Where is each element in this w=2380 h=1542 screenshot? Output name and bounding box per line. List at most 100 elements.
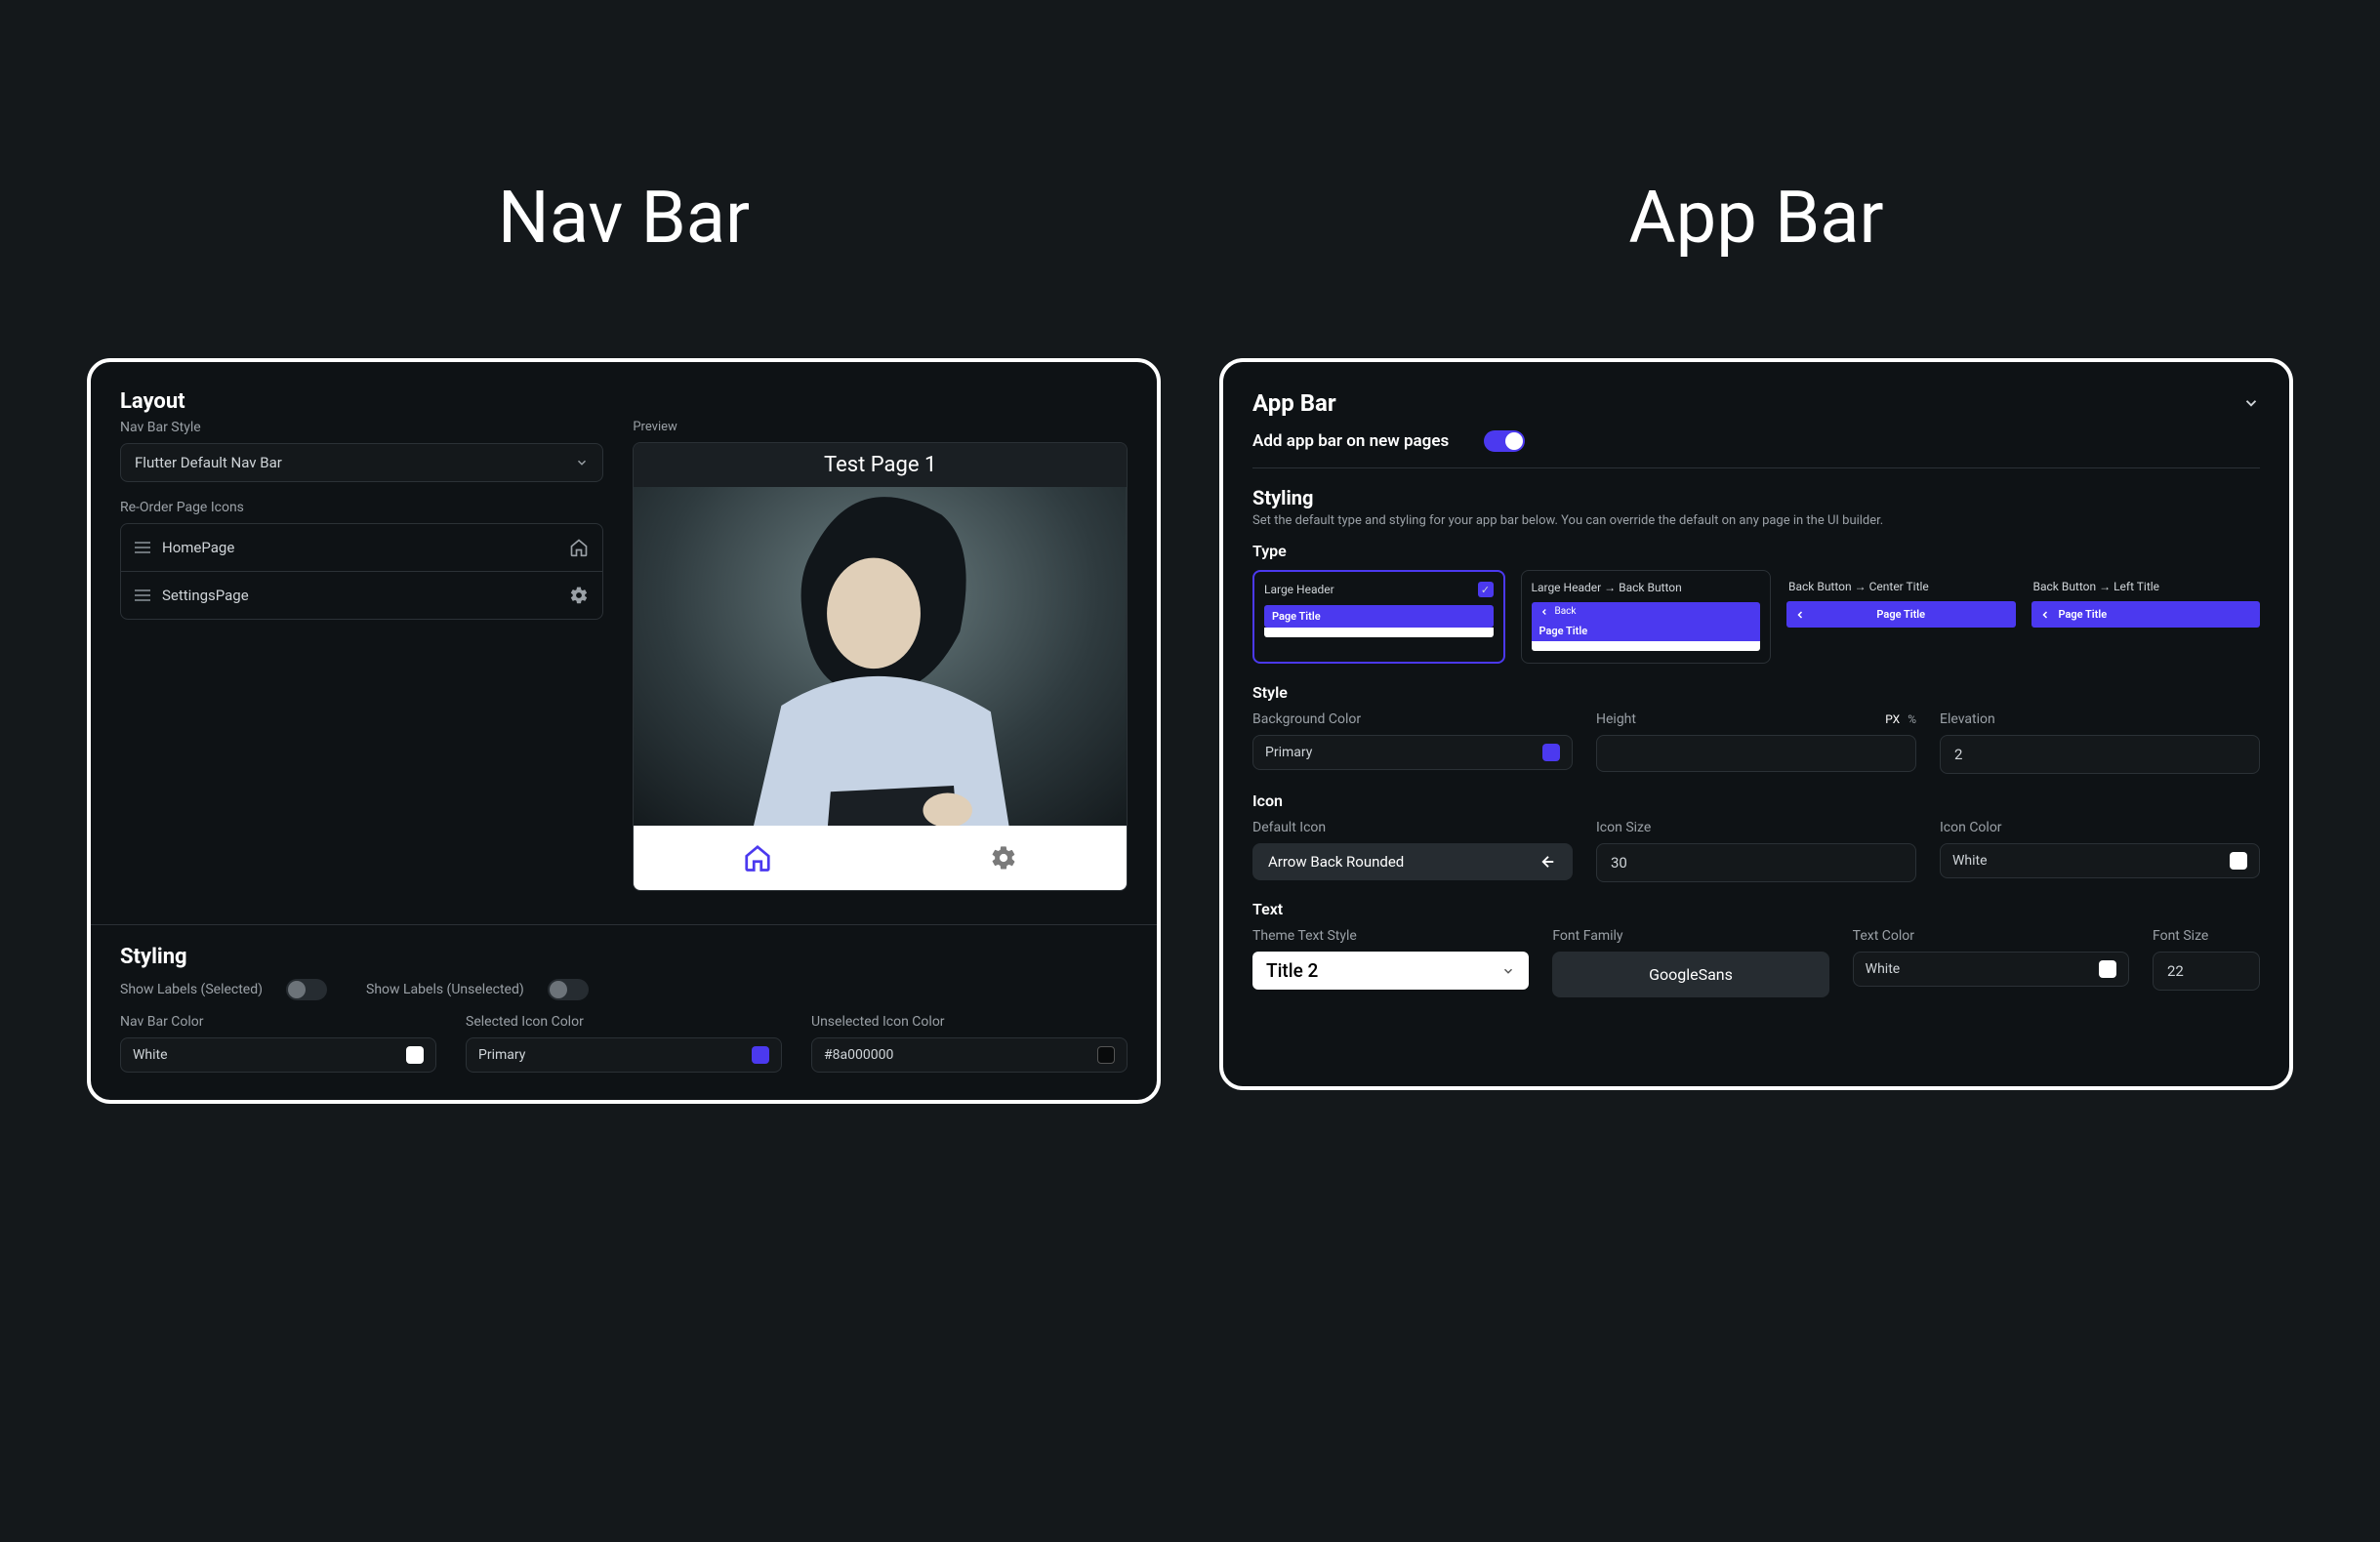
theme-text-style-select[interactable]: Title 2: [1252, 952, 1529, 990]
elevation-input[interactable]: 2: [1940, 735, 2260, 774]
check-icon: ✓: [1478, 582, 1494, 597]
nav-bar-color-value: White: [133, 1047, 168, 1063]
icon-color-label: Icon Color: [1940, 820, 2260, 835]
color-swatch: [2230, 852, 2247, 870]
add-appbar-label: Add app bar on new pages: [1252, 431, 1449, 451]
nav-bar-style-label: Nav Bar Style: [120, 420, 603, 435]
appbar-section-title: App Bar: [1252, 389, 1336, 417]
icon-size-input[interactable]: 30: [1596, 843, 1916, 882]
text-section-label: Text: [1252, 900, 2260, 918]
type-option-large-header[interactable]: Large Header ✓ Page Title: [1252, 570, 1505, 664]
icon-size-label: Icon Size: [1596, 820, 1916, 835]
color-swatch: [1097, 1046, 1115, 1064]
list-item[interactable]: SettingsPage: [121, 571, 602, 619]
preview-bottom-nav: [634, 826, 1127, 890]
show-labels-selected-toggle[interactable]: [286, 979, 327, 1000]
show-labels-unselected-label: Show Labels (Unselected): [366, 982, 524, 997]
show-labels-unselected-toggle[interactable]: [548, 979, 589, 1000]
mini-preview: Page Title: [2031, 601, 2261, 628]
font-size-input[interactable]: 22: [2153, 952, 2260, 991]
phone-preview: Test Page 1: [633, 442, 1128, 891]
icon-color-value: White: [1952, 853, 1988, 869]
page-icon-list: HomePage SettingsPage: [120, 523, 603, 620]
nav-bar-style-select[interactable]: Flutter Default Nav Bar: [120, 443, 603, 482]
type-option-left[interactable]: Back Button → Left Title Page Title: [2031, 570, 2261, 664]
appbar-panel: App Bar Add app bar on new pages Styling…: [1219, 358, 2293, 1090]
type-option-label: Large Header: [1264, 583, 1334, 596]
font-family-value: GoogleSans: [1649, 965, 1733, 984]
selected-icon-color-label: Selected Icon Color: [466, 1014, 782, 1030]
text-color-label: Text Color: [1853, 928, 2129, 944]
font-family-label: Font Family: [1552, 928, 1828, 944]
reorder-label: Re-Order Page Icons: [120, 500, 603, 515]
unit-pct[interactable]: %: [1908, 712, 1916, 726]
divider: [91, 924, 1157, 925]
type-option-label: Large Header → Back Button: [1532, 581, 1682, 594]
drag-handle-icon[interactable]: [135, 542, 150, 553]
unselected-icon-color-value: #8a000000: [824, 1047, 893, 1063]
bg-color-value: Primary: [1265, 745, 1312, 760]
color-swatch: [752, 1046, 769, 1064]
color-swatch: [406, 1046, 424, 1064]
icon-color-input[interactable]: White: [1940, 843, 2260, 878]
appbar-styling-title: Styling: [1252, 486, 2260, 509]
height-label: Height: [1596, 711, 1636, 727]
bg-color-label: Background Color: [1252, 711, 1573, 727]
chevron-down-icon: [575, 456, 589, 469]
list-item[interactable]: HomePage: [121, 524, 602, 571]
nav-bar-color-label: Nav Bar Color: [120, 1014, 436, 1030]
default-icon-label: Default Icon: [1252, 820, 1573, 835]
type-option-large-back[interactable]: Large Header → Back Button Back Page Tit…: [1521, 570, 1772, 664]
mini-preview: Page Title: [1264, 605, 1494, 628]
gear-icon: [569, 586, 589, 605]
bg-color-input[interactable]: Primary: [1252, 735, 1573, 770]
theme-text-style-value: Title 2: [1266, 959, 1318, 982]
font-size-label: Font Size: [2153, 928, 2260, 944]
elevation-label: Elevation: [1940, 711, 2260, 727]
icon-size-value: 30: [1611, 854, 1627, 872]
styling-title: Styling: [120, 945, 1128, 969]
font-size-value: 22: [2167, 962, 2184, 980]
elevation-value: 2: [1954, 746, 1962, 763]
layout-title: Layout: [120, 389, 1128, 414]
type-option-label: Back Button → Left Title: [2033, 580, 2160, 593]
mini-preview: Back: [1532, 602, 1761, 621]
page-name: SettingsPage: [162, 587, 249, 604]
theme-text-style-label: Theme Text Style: [1252, 928, 1529, 944]
color-swatch: [1542, 744, 1560, 761]
preview-label: Preview: [633, 420, 1128, 434]
chevron-down-icon[interactable]: [2242, 394, 2260, 412]
show-labels-selected-label: Show Labels (Selected): [120, 982, 263, 997]
type-option-center[interactable]: Back Button → Center Title Page Title: [1786, 570, 2016, 664]
unselected-icon-color-input[interactable]: #8a000000: [811, 1037, 1128, 1073]
unit-px[interactable]: PX: [1885, 712, 1900, 726]
height-input[interactable]: [1596, 735, 1916, 772]
divider: [1252, 467, 2260, 468]
preview-image: [634, 487, 1127, 826]
default-icon-select[interactable]: Arrow Back Rounded: [1252, 843, 1573, 880]
add-appbar-toggle[interactable]: [1484, 430, 1525, 452]
navbar-panel: Layout Nav Bar Style Flutter Default Nav…: [87, 358, 1161, 1104]
icon-section-label: Icon: [1252, 791, 2260, 810]
home-icon[interactable]: [743, 843, 772, 872]
nav-bar-color-input[interactable]: White: [120, 1037, 436, 1073]
page-name: HomePage: [162, 539, 234, 556]
gear-icon[interactable]: [990, 844, 1017, 872]
color-swatch: [2099, 960, 2116, 978]
unselected-icon-color-label: Unselected Icon Color: [811, 1014, 1128, 1030]
text-color-input[interactable]: White: [1853, 952, 2129, 987]
navbar-heading: Nav Bar: [87, 176, 1161, 261]
font-family-select[interactable]: GoogleSans: [1552, 952, 1828, 997]
type-option-label: Back Button → Center Title: [1788, 580, 1929, 593]
selected-icon-color-value: Primary: [478, 1047, 525, 1063]
preview-page-title: Test Page 1: [634, 443, 1127, 487]
drag-handle-icon[interactable]: [135, 589, 150, 601]
appbar-heading: App Bar: [1219, 176, 2293, 261]
default-icon-value: Arrow Back Rounded: [1268, 853, 1404, 871]
nav-bar-style-value: Flutter Default Nav Bar: [135, 454, 282, 471]
home-icon: [569, 538, 589, 557]
appbar-styling-desc: Set the default type and styling for you…: [1252, 513, 2260, 528]
selected-icon-color-input[interactable]: Primary: [466, 1037, 782, 1073]
arrow-back-icon: [1539, 853, 1557, 871]
type-label: Type: [1252, 542, 2260, 560]
